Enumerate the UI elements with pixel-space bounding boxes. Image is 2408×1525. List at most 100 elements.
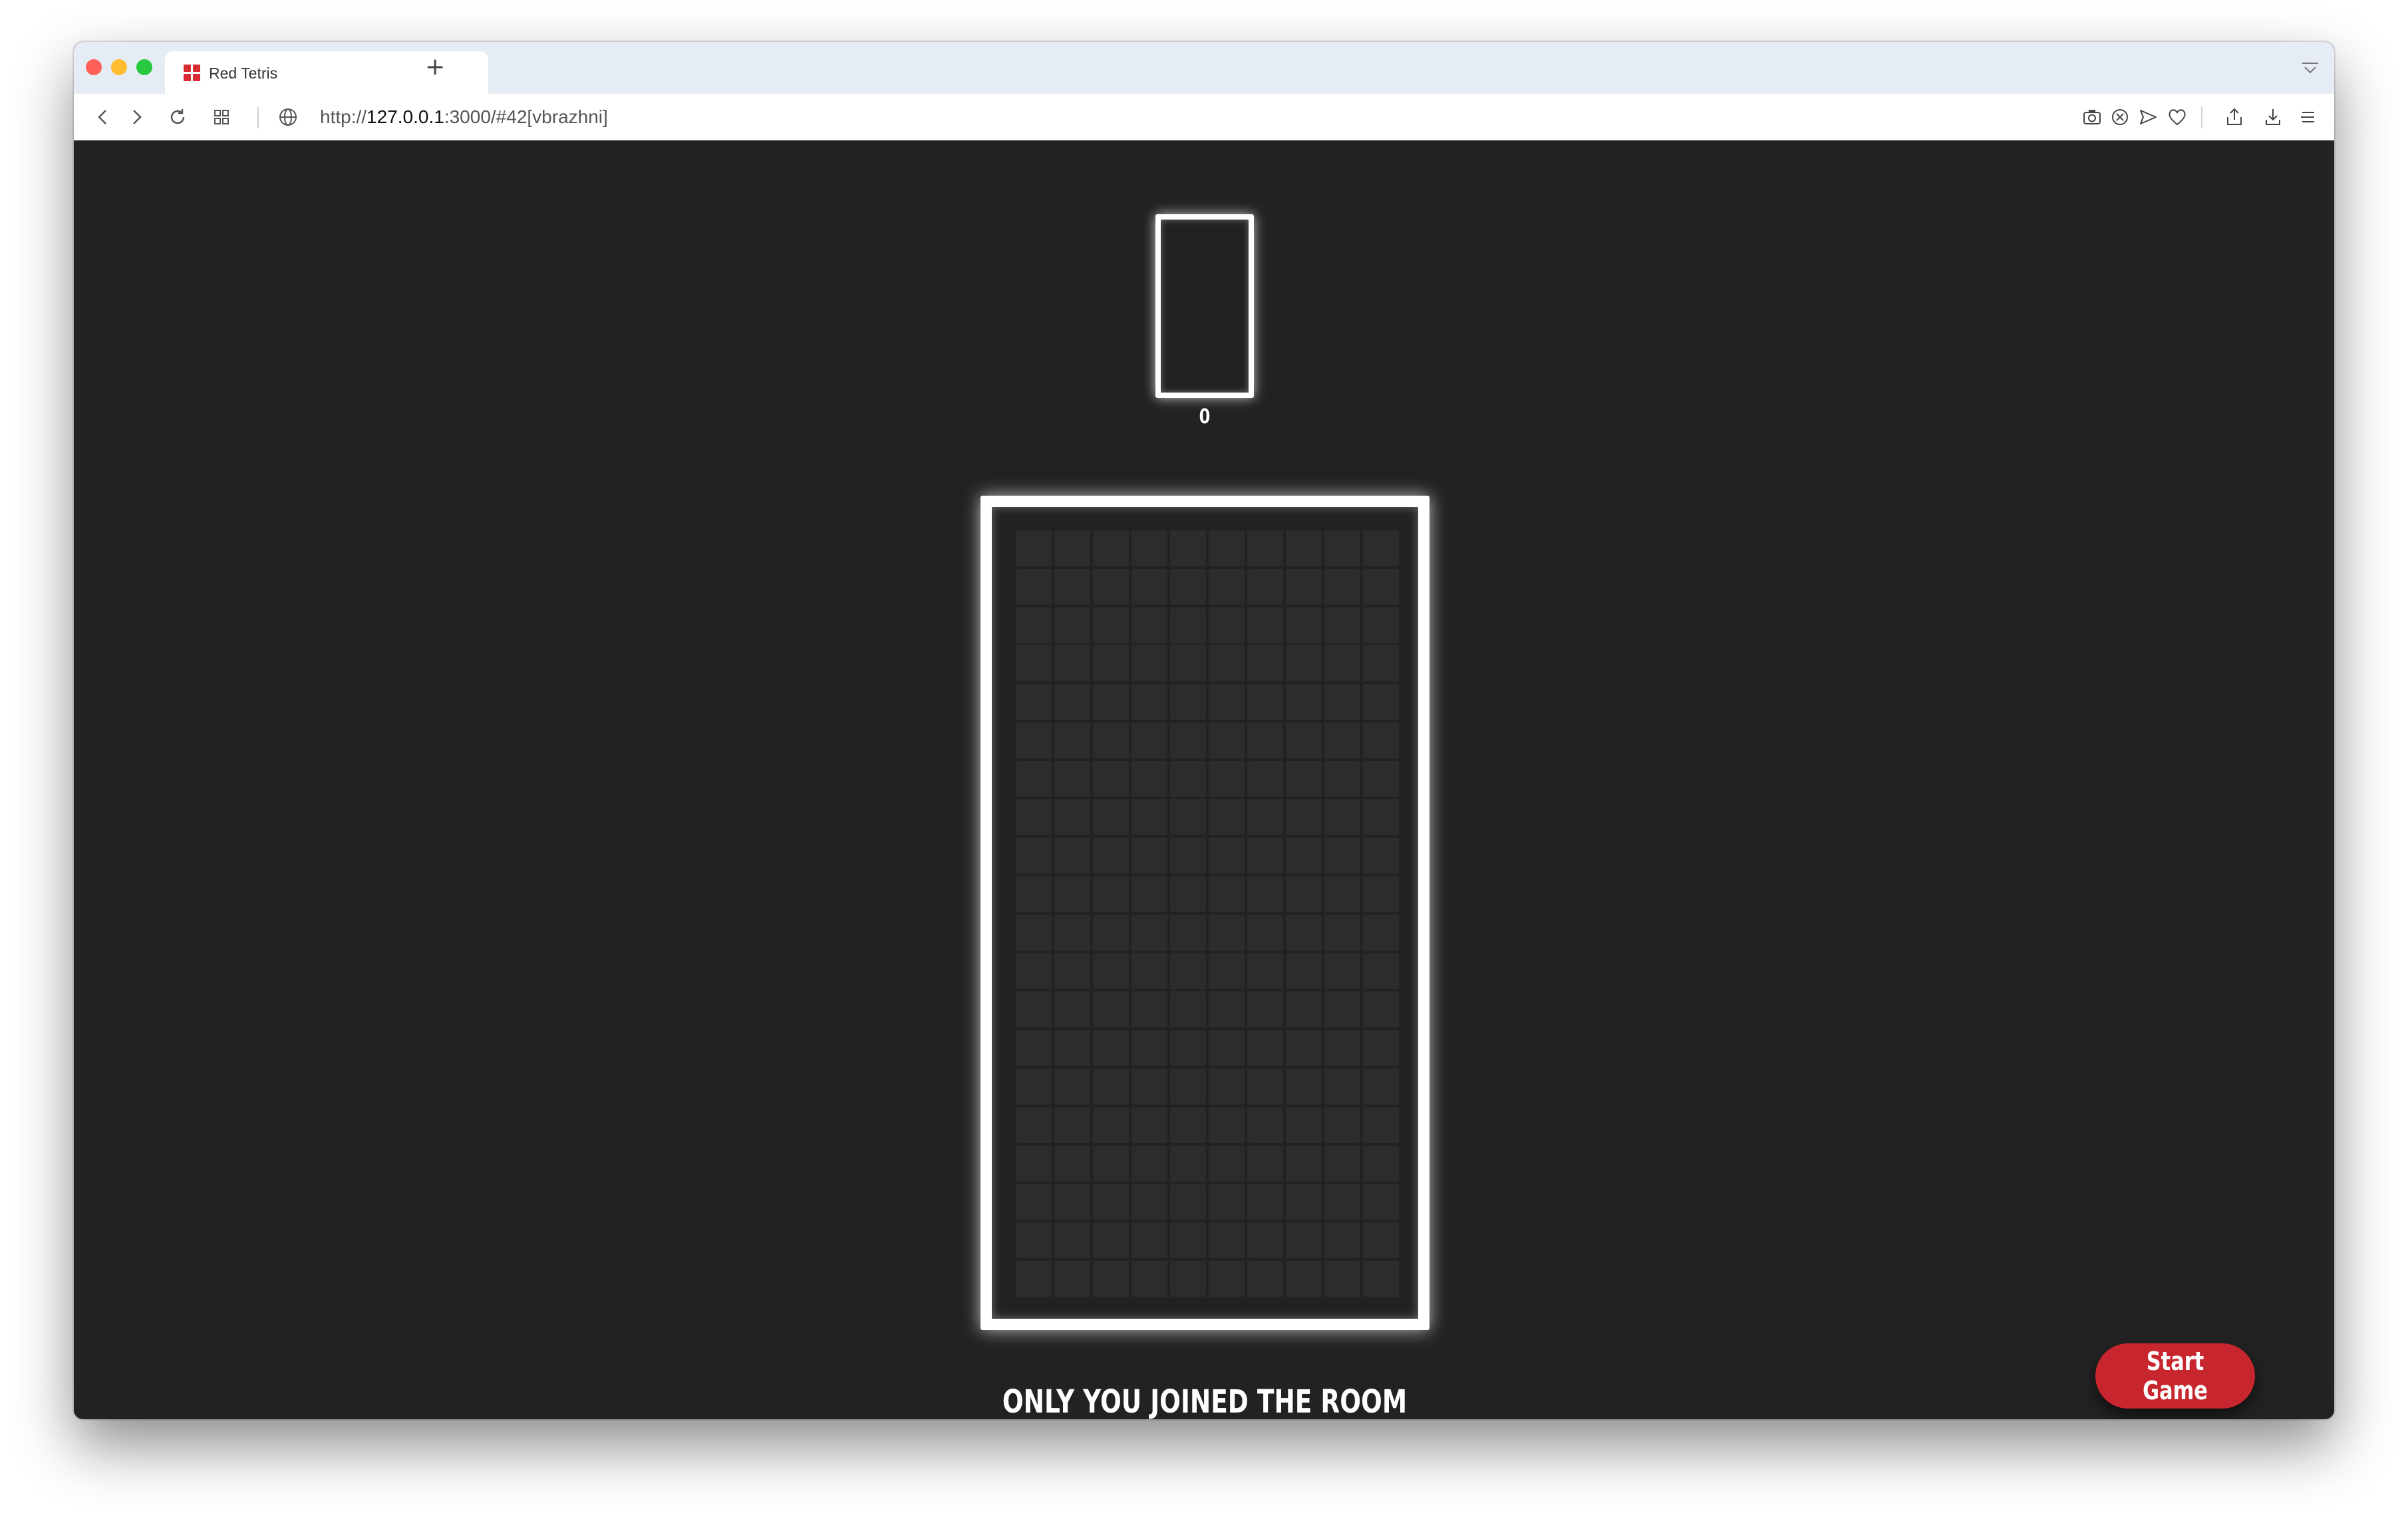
- board-cell: [1131, 1030, 1167, 1067]
- score-value: 0: [1199, 405, 1211, 428]
- address-bar: http://127.0.0.1:3000/#42[vbrazhni]: [74, 94, 2334, 141]
- url-field[interactable]: http://127.0.0.1:3000/#42[vbrazhni]: [320, 106, 608, 128]
- board-cell: [1054, 838, 1090, 874]
- board-cell: [1131, 914, 1167, 951]
- board-cell: [1093, 684, 1129, 721]
- board-cell: [1170, 876, 1206, 913]
- share-icon[interactable]: [2222, 105, 2246, 129]
- board-cell: [1093, 1145, 1129, 1182]
- board-cell: [1131, 1068, 1167, 1104]
- board-cell: [1016, 799, 1052, 836]
- board-cell: [1093, 1222, 1129, 1259]
- url-path: :3000/#42[vbrazhni]: [444, 106, 608, 127]
- heart-icon[interactable]: [2165, 105, 2189, 129]
- board-cell: [1286, 1068, 1322, 1104]
- board-cell: [1054, 607, 1090, 643]
- board-cell: [1209, 530, 1245, 566]
- board-cell: [1054, 684, 1090, 721]
- board-cell: [1247, 838, 1283, 874]
- board-cell: [1131, 684, 1167, 721]
- board-cell: [1170, 1222, 1206, 1259]
- board-cell: [1054, 799, 1090, 836]
- board-cell: [1054, 530, 1090, 566]
- board-cell: [1324, 953, 1360, 989]
- board-cell: [1209, 568, 1245, 605]
- board-cell: [1363, 607, 1399, 643]
- board-cell: [1093, 914, 1129, 951]
- board-cell: [1363, 1222, 1399, 1259]
- shield-block-icon[interactable]: [2108, 105, 2132, 129]
- board-cell: [1209, 722, 1245, 759]
- board-cell: [1016, 722, 1052, 759]
- tab-list-icon[interactable]: [2300, 58, 2321, 79]
- board-cell: [1247, 799, 1283, 836]
- back-icon[interactable]: [91, 105, 115, 129]
- new-tab-button[interactable]: +: [425, 55, 445, 79]
- board-cell: [1247, 1145, 1283, 1182]
- close-window-button[interactable]: [86, 59, 102, 75]
- board-cell: [1247, 684, 1283, 721]
- board-cell: [1324, 799, 1360, 836]
- board-cell: [1054, 1068, 1090, 1104]
- board-cell: [1286, 684, 1322, 721]
- board-cell: [1324, 1260, 1360, 1297]
- board-cell: [1247, 1068, 1283, 1104]
- board-cell: [1363, 1068, 1399, 1104]
- camera-icon[interactable]: [2080, 105, 2104, 129]
- board-cell: [1131, 953, 1167, 989]
- board-cell: [1093, 1068, 1129, 1104]
- board-cell: [1363, 1184, 1399, 1220]
- board-cell: [1016, 1260, 1052, 1297]
- board-cell: [1016, 761, 1052, 797]
- board-cell: [1170, 1184, 1206, 1220]
- board-cell: [1324, 607, 1360, 643]
- board-cell: [1209, 1184, 1245, 1220]
- game-board[interactable]: [980, 496, 1430, 1330]
- board-cell: [1054, 991, 1090, 1028]
- board-cell: [1016, 1222, 1052, 1259]
- board-cell: [1170, 761, 1206, 797]
- board-cell: [1093, 761, 1129, 797]
- board-cell: [1093, 1260, 1129, 1297]
- download-icon[interactable]: [2261, 105, 2285, 129]
- board-cell: [1286, 1030, 1322, 1067]
- board-cell: [1324, 722, 1360, 759]
- board-cell: [1054, 1184, 1090, 1220]
- board-cell: [1363, 1260, 1399, 1297]
- board-cell: [1131, 1145, 1167, 1182]
- board-cell: [1247, 607, 1283, 643]
- board-cell: [1093, 876, 1129, 913]
- board-cell: [1324, 838, 1360, 874]
- board-cell: [1131, 799, 1167, 836]
- board-cell: [1209, 838, 1245, 874]
- board-cell: [1016, 1068, 1052, 1104]
- tab-grid-icon[interactable]: [210, 105, 233, 129]
- send-icon[interactable]: [2136, 105, 2160, 129]
- board-cell: [1016, 1184, 1052, 1220]
- reload-icon[interactable]: [166, 105, 190, 129]
- minimize-window-button[interactable]: [111, 59, 127, 75]
- board-cell: [1286, 1260, 1322, 1297]
- toolbar-divider: [2201, 107, 2202, 128]
- board-cell: [1363, 530, 1399, 566]
- board-cell: [1363, 1106, 1399, 1143]
- board-cell: [1324, 876, 1360, 913]
- board-cell: [1247, 530, 1283, 566]
- start-game-label: Start Game: [2143, 1347, 2208, 1405]
- board-cell: [1016, 568, 1052, 605]
- board-cell: [1131, 568, 1167, 605]
- board-cell: [1286, 799, 1322, 836]
- start-game-button[interactable]: Start Game: [2095, 1343, 2255, 1409]
- maximize-window-button[interactable]: [136, 59, 152, 75]
- board-cell: [1363, 1145, 1399, 1182]
- forward-icon[interactable]: [124, 105, 148, 129]
- board-cell: [1209, 607, 1245, 643]
- board-cell: [1170, 645, 1206, 682]
- board-cell: [1324, 1222, 1360, 1259]
- board-cell: [1324, 1184, 1360, 1220]
- menu-icon[interactable]: [2296, 105, 2320, 129]
- board-cell: [1016, 991, 1052, 1028]
- board-cell: [1131, 530, 1167, 566]
- red-grid-icon: [184, 65, 201, 82]
- board-cell: [1324, 914, 1360, 951]
